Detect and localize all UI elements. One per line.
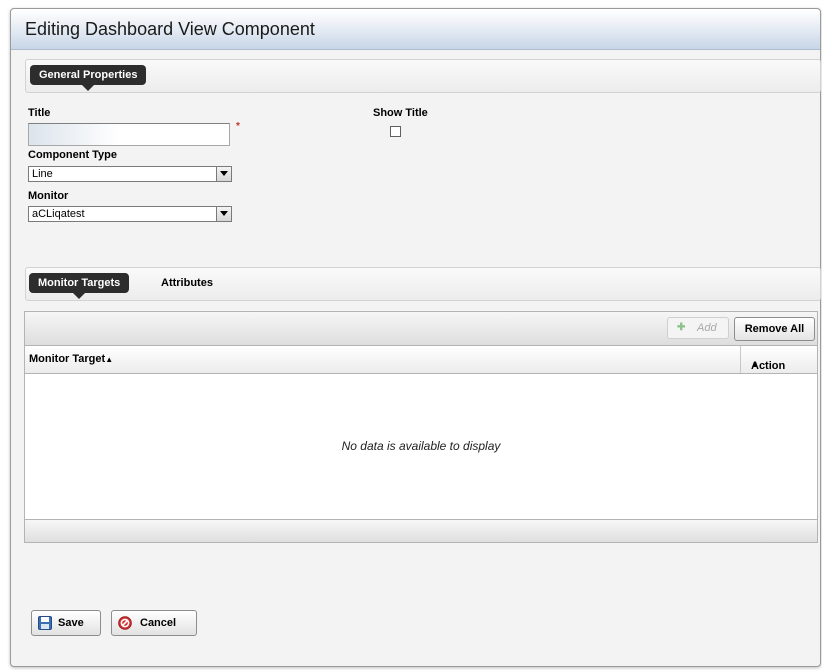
monitor-select[interactable]: aCLiqatest — [28, 206, 232, 222]
cancel-button-label: Cancel — [140, 617, 177, 629]
sort-asc-icon: ▲ — [751, 360, 759, 369]
component-type-select[interactable]: Line — [28, 166, 232, 182]
dialog-title: Editing Dashboard View Component — [25, 19, 315, 39]
cancel-button[interactable]: Cancel — [111, 610, 197, 636]
empty-state-message: No data is available to display — [341, 439, 501, 453]
targets-tabstrip: Monitor Targets Attributes — [25, 267, 821, 301]
plus-icon: ✚ — [677, 322, 686, 333]
title-input[interactable] — [28, 123, 230, 146]
general-properties-tabstrip: General Properties — [25, 59, 821, 93]
remove-all-button[interactable]: Remove All — [734, 317, 815, 341]
component-type-label: Component Type — [28, 149, 118, 161]
monitor-label: Monitor — [28, 190, 69, 202]
dialog-title-bar: Editing Dashboard View Component — [11, 9, 820, 50]
sort-asc-icon: ▲ — [105, 355, 114, 364]
show-title-label: Show Title — [373, 107, 428, 119]
edit-dashboard-dialog: Editing Dashboard View Component General… — [10, 8, 821, 667]
add-button-label: Add — [697, 322, 717, 334]
tab-monitor-targets[interactable]: Monitor Targets — [29, 273, 130, 299]
required-marker-icon: * — [236, 121, 240, 132]
column-label: Monitor Target — [29, 353, 106, 365]
floppy-disk-icon — [38, 616, 52, 630]
show-title-checkbox[interactable] — [390, 126, 401, 137]
tab-general-properties[interactable]: General Properties — [30, 65, 147, 91]
grid-toolbar: ✚ Add Remove All — [25, 312, 817, 346]
add-button[interactable]: ✚ Add — [667, 317, 729, 339]
tab-attributes[interactable]: Attributes — [161, 273, 213, 293]
monitor-value: aCLiqatest — [32, 208, 85, 220]
save-button[interactable]: Save — [31, 610, 101, 636]
monitor-targets-grid: ✚ Add Remove All Monitor Target▲ Action ▲… — [24, 311, 818, 543]
column-header-action[interactable]: Action ▲ — [740, 346, 817, 373]
title-label: Title — [28, 107, 51, 119]
grid-footer — [25, 519, 817, 542]
grid-header: Monitor Target▲ Action ▲ — [25, 346, 817, 374]
chevron-down-icon[interactable] — [216, 207, 231, 221]
chevron-down-icon[interactable] — [216, 167, 231, 181]
save-button-label: Save — [58, 617, 84, 629]
component-type-value: Line — [32, 168, 53, 180]
cancel-icon — [118, 616, 132, 630]
column-header-monitor-target[interactable]: Monitor Target▲ — [29, 353, 113, 365]
